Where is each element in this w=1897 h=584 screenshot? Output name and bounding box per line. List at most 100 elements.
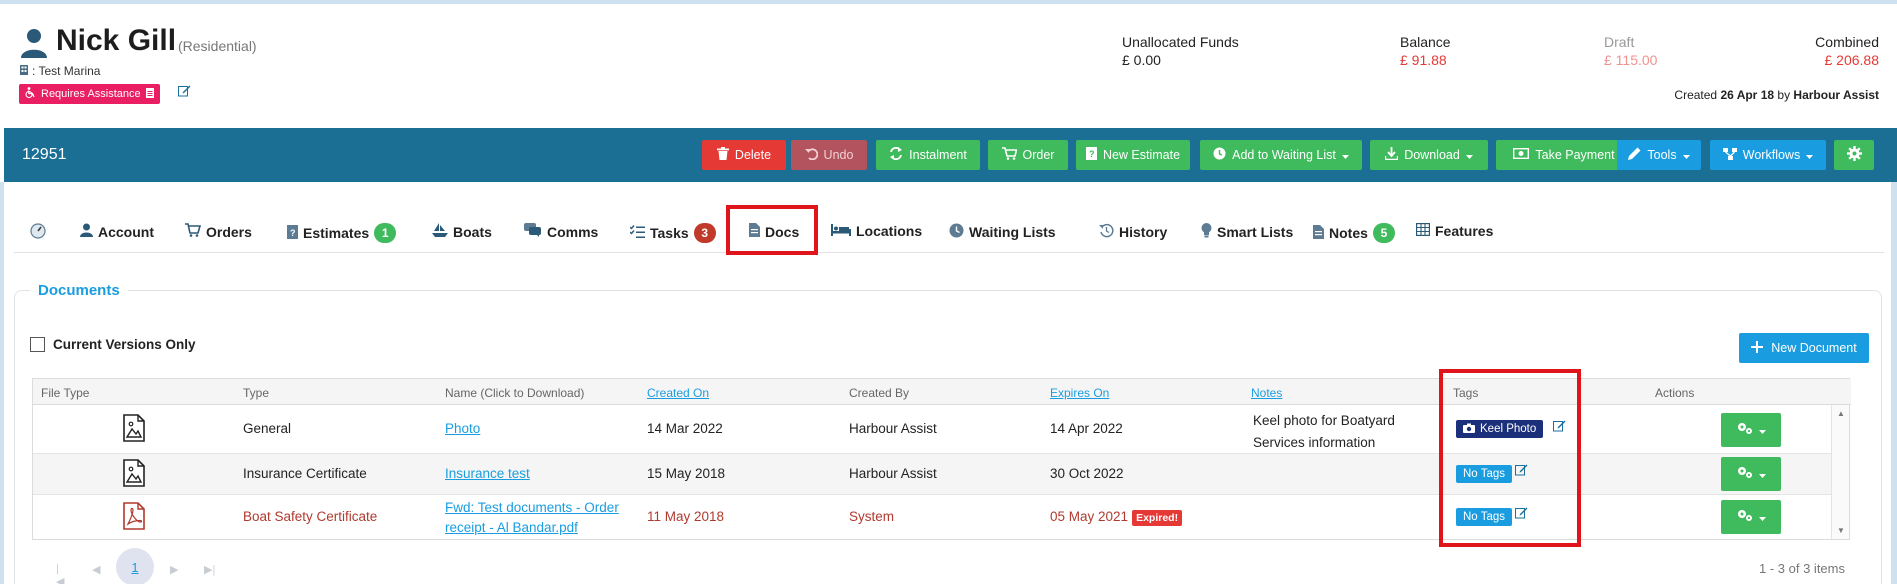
col-expires-on[interactable]: Expires On <box>1050 386 1109 400</box>
row-created-on: 11 May 2018 <box>647 509 725 524</box>
balance-value: £ 91.88 <box>1400 52 1447 68</box>
trash-icon <box>716 147 729 163</box>
row-notes-line1: Keel photo for Boatyard <box>1253 413 1395 428</box>
estimate-icon: ? <box>287 224 298 242</box>
pencil-icon <box>1628 147 1641 163</box>
caret-down-icon <box>1465 148 1473 162</box>
instalment-button[interactable]: Instalment <box>876 140 980 170</box>
row-created-on: 15 May 2018 <box>647 466 726 481</box>
delete-button[interactable]: Delete <box>702 140 786 170</box>
tab-boats[interactable]: Boats <box>432 223 492 240</box>
requires-assistance-badge[interactable]: Requires Assistance <box>19 84 160 104</box>
customer-type: (Residential) <box>178 38 257 54</box>
pdf-file-icon <box>123 502 145 535</box>
col-created-by: Created By <box>849 386 910 400</box>
history-icon <box>1099 223 1114 241</box>
customer-header: Nick Gill (Residential) : Test Marina Re… <box>0 4 1897 128</box>
tab-comms-label: Comms <box>547 223 599 240</box>
combined-value: £ 206.88 <box>1824 52 1880 68</box>
row-name-link[interactable]: Fwd: Test documents - Order receipt - Al… <box>445 498 619 538</box>
refresh-icon <box>889 147 903 163</box>
next-page-icon[interactable]: ▶ <box>170 563 178 576</box>
row-type: General <box>243 421 292 436</box>
tab-notes[interactable]: Notes 5 <box>1313 223 1395 243</box>
tab-locations[interactable]: Locations <box>831 223 922 239</box>
tab-orders[interactable]: Orders <box>185 223 252 240</box>
customer-name: Nick Gill <box>56 24 177 57</box>
table-scrollbar[interactable]: ▲ ▼ <box>1831 405 1849 539</box>
marina-info: : Test Marina <box>20 64 100 78</box>
document-icon <box>1313 224 1324 242</box>
table-icon <box>1416 223 1431 239</box>
marina-name: : Test Marina <box>32 64 101 78</box>
delete-label: Delete <box>734 148 772 162</box>
tab-dashboard[interactable] <box>30 223 46 242</box>
tab-account[interactable]: Account <box>80 223 154 240</box>
caret-down-icon <box>1806 148 1814 162</box>
items-summary: 1 - 3 of 3 items <box>1759 561 1845 576</box>
boat-icon <box>432 223 448 240</box>
tasks-icon <box>629 224 645 242</box>
tab-tasks[interactable]: Tasks 3 <box>629 223 716 243</box>
new-estimate-button[interactable]: ? New Estimate <box>1076 140 1190 170</box>
row-notes-line2: Services information <box>1253 435 1376 450</box>
col-created-on[interactable]: Created On <box>647 386 709 400</box>
row-notes: Keel photo for Boatyard Services informa… <box>1253 410 1395 454</box>
gears-icon <box>1737 421 1753 440</box>
tab-waiting-lists[interactable]: Waiting Lists <box>949 223 1056 241</box>
image-file-icon <box>123 459 145 492</box>
new-document-button[interactable]: New Document <box>1739 333 1869 363</box>
edit-assistance-icon[interactable] <box>178 84 191 102</box>
order-button[interactable]: Order <box>988 140 1068 170</box>
tab-features[interactable]: Features <box>1416 223 1493 239</box>
dashboard-icon <box>30 223 46 242</box>
undo-label: Undo <box>823 148 854 162</box>
row-actions-button[interactable] <box>1721 413 1781 447</box>
tab-waiting-lists-label: Waiting Lists <box>969 224 1056 240</box>
user-icon <box>80 223 93 240</box>
download-label: Download <box>1404 148 1460 162</box>
prev-page-icon[interactable]: ◀ <box>92 563 100 576</box>
tab-estimates[interactable]: ? Estimates 1 <box>287 223 397 243</box>
plus-icon <box>1751 340 1764 356</box>
settings-button[interactable] <box>1834 140 1874 170</box>
caret-down-icon <box>1758 508 1766 526</box>
account-number: 12951 <box>22 146 67 163</box>
tab-boats-label: Boats <box>453 223 492 240</box>
svg-text:?: ? <box>1089 149 1095 159</box>
draft-value: £ 115.00 <box>1604 52 1658 68</box>
undo-button[interactable]: Undo <box>791 140 867 170</box>
row-name-link[interactable]: Photo <box>445 421 480 436</box>
take-payment-button[interactable]: Take Payment <box>1496 140 1632 170</box>
current-versions-only-toggle[interactable]: Current Versions Only <box>30 337 196 352</box>
tab-comms[interactable]: Comms <box>524 223 598 240</box>
tab-account-label: Account <box>98 223 154 240</box>
building-icon <box>20 64 28 78</box>
add-to-waiting-list-button[interactable]: Add to Waiting List <box>1200 140 1362 170</box>
row-actions-button[interactable] <box>1721 500 1781 534</box>
comments-icon <box>524 223 542 240</box>
row-name-link[interactable]: Insurance test <box>445 466 530 481</box>
page-current[interactable]: 1 <box>116 548 154 584</box>
workflows-button[interactable]: Workflows <box>1710 140 1826 170</box>
tab-smart-lists[interactable]: Smart Lists <box>1201 223 1293 241</box>
col-notes[interactable]: Notes <box>1251 386 1282 400</box>
download-button[interactable]: Download <box>1370 140 1488 170</box>
combined: Combined £ 206.88 <box>1815 34 1879 68</box>
user-icon <box>20 28 48 63</box>
assistance-label: Requires Assistance <box>41 88 141 100</box>
tasks-count-badge: 3 <box>693 223 716 243</box>
unallocated-value: £ 0.00 <box>1122 52 1161 68</box>
first-page-icon[interactable]: |◀ <box>56 563 64 584</box>
tools-button[interactable]: Tools <box>1617 140 1701 170</box>
current-versions-checkbox[interactable] <box>30 337 45 352</box>
tab-history[interactable]: History <box>1099 223 1167 241</box>
caret-down-icon <box>1341 148 1349 162</box>
instalment-label: Instalment <box>909 148 967 162</box>
last-page-icon[interactable]: ▶| <box>204 563 215 576</box>
scroll-down-icon[interactable]: ▼ <box>1837 526 1845 535</box>
undo-icon <box>804 147 818 163</box>
unallocated-label: Unallocated Funds <box>1122 34 1239 50</box>
scroll-up-icon[interactable]: ▲ <box>1837 409 1845 418</box>
row-actions-button[interactable] <box>1721 457 1781 491</box>
